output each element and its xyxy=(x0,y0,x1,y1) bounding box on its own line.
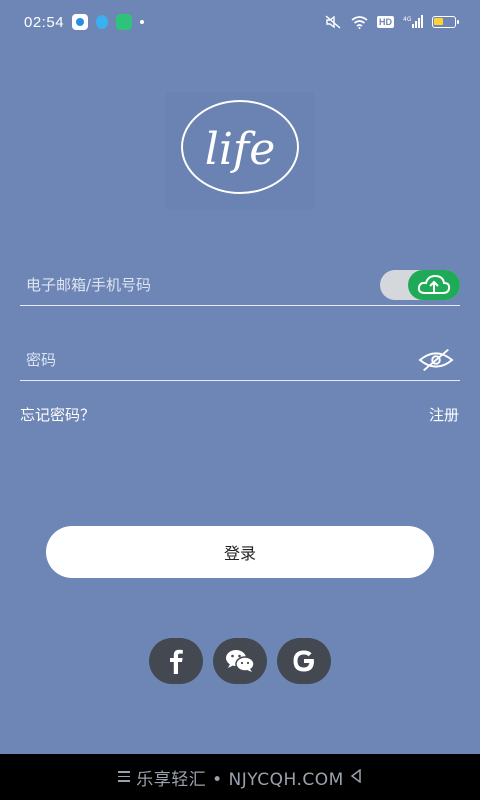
logo-text: life xyxy=(205,124,275,175)
cloud-upload-icon xyxy=(417,274,451,294)
cloud-sync-toggle[interactable] xyxy=(380,270,460,300)
status-bar: 02:54 HD 4G xyxy=(0,0,480,44)
facebook-login-button[interactable] xyxy=(149,638,203,684)
facebook-icon xyxy=(170,649,183,674)
watermark-text: 乐享轻汇 • NJYCQH.COM xyxy=(136,769,344,790)
recent-apps-icon[interactable] xyxy=(118,771,130,782)
login-button[interactable]: 登录 xyxy=(46,526,434,578)
system-nav-bar: 乐享轻汇 • NJYCQH.COM xyxy=(0,754,480,800)
signal-icon: 4G xyxy=(403,15,423,28)
more-notifications-icon xyxy=(140,20,145,24)
battery-icon xyxy=(432,16,459,28)
app-notification-icon xyxy=(116,14,133,30)
hd-badge: HD xyxy=(377,16,394,28)
password-input[interactable] xyxy=(26,345,366,375)
google-icon xyxy=(293,650,314,672)
mute-icon xyxy=(325,15,341,29)
password-field xyxy=(20,341,460,381)
wifi-icon xyxy=(351,15,368,29)
status-bar-right: HD 4G xyxy=(324,15,459,29)
email-phone-input[interactable] xyxy=(26,270,366,300)
email-phone-field xyxy=(20,266,460,306)
eye-off-icon xyxy=(418,348,454,372)
status-time: 02:54 xyxy=(24,13,65,31)
svg-text:4G: 4G xyxy=(403,16,412,23)
forgot-password-link[interactable]: 忘记密码？ xyxy=(20,404,95,425)
wechat-login-button[interactable] xyxy=(213,638,267,684)
wechat-icon xyxy=(226,650,255,672)
toggle-password-visibility[interactable] xyxy=(418,347,454,373)
status-bar-left: 02:54 xyxy=(24,13,145,31)
app-logo: life xyxy=(166,92,314,210)
google-login-button[interactable] xyxy=(277,638,331,684)
register-link[interactable]: 注册 xyxy=(429,404,459,425)
back-icon[interactable] xyxy=(350,769,362,783)
app-notification-icon xyxy=(96,15,109,29)
cloud-sync-toggle-knob xyxy=(408,270,460,300)
app-notification-icon xyxy=(72,14,89,30)
